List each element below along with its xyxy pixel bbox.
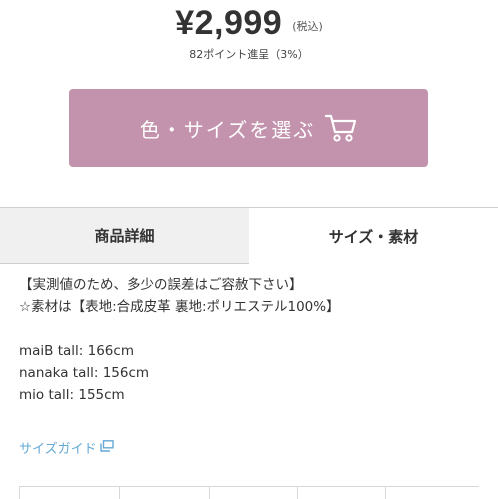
table-cell <box>119 487 209 499</box>
price-amount: ¥2,999 <box>175 4 283 42</box>
content-line: maiB tall: 166cm <box>19 343 134 359</box>
size-guide-label: サイズガイド <box>19 442 97 457</box>
content-line: 【実測値のため、多少の誤差はご容赦下さい】 <box>19 277 303 293</box>
size-guide-link[interactable]: サイズガイド <box>19 438 114 457</box>
content-line: nanaka tall: 156cm <box>19 365 150 381</box>
content-line: ☆素材は【表地:合成皮革 裏地:ポリエステル100%】 <box>19 299 340 315</box>
tab-label: 商品詳細 <box>94 227 155 245</box>
external-window-icon <box>97 439 114 456</box>
select-color-size-button[interactable]: 色・サイズを選ぶ <box>69 89 428 167</box>
price-row: ¥2,999 (税込) <box>0 0 498 42</box>
points-text: 82ポイント進呈（3%） <box>189 48 309 61</box>
cart-icon <box>325 113 357 143</box>
tab-size-material[interactable]: サイズ・素材 <box>249 207 498 264</box>
table-cell <box>385 487 479 499</box>
product-tabs: 商品詳細 サイズ・素材 <box>0 207 498 264</box>
tax-note: (税込) <box>292 20 323 33</box>
tab-product-details[interactable]: 商品詳細 <box>0 207 250 264</box>
tab-label: サイズ・素材 <box>328 227 419 246</box>
content-line: mio tall: 155cm <box>19 387 125 403</box>
size-table <box>19 486 479 499</box>
table-cell <box>297 487 385 499</box>
size-material-content: 【実測値のため、多少の誤差はご容赦下さい】 ☆素材は【表地:合成皮革 裏地:ポリ… <box>19 274 489 406</box>
select-button-label: 色・サイズを選ぶ <box>139 117 316 142</box>
table-cell <box>209 487 297 499</box>
table-cell <box>19 487 119 499</box>
